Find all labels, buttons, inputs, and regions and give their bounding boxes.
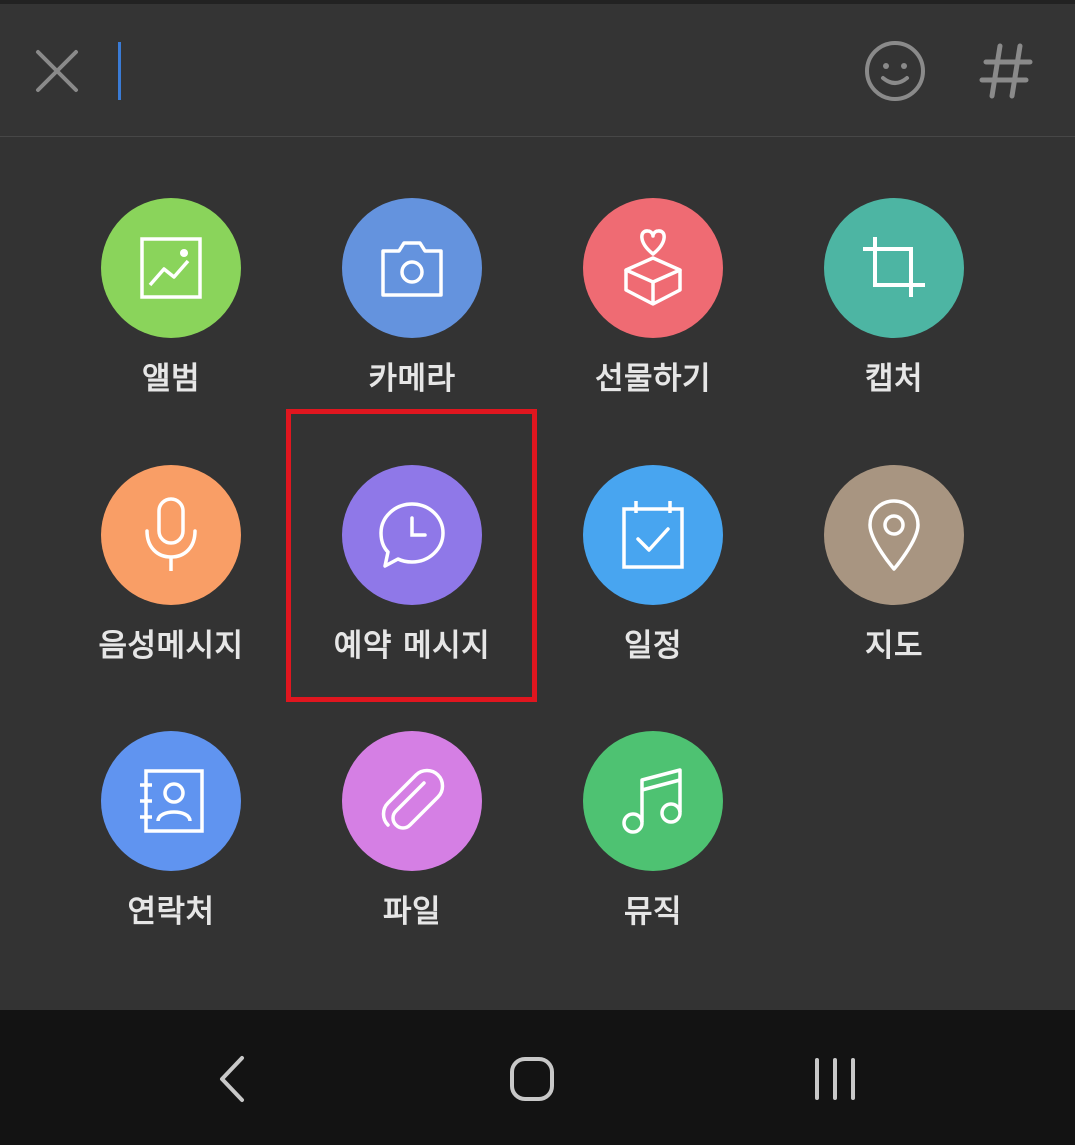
- attach-calendar[interactable]: 일정: [553, 465, 753, 705]
- system-navigation-bar: [0, 1010, 1075, 1145]
- music-icon: [622, 768, 682, 834]
- album-label: 앨범: [141, 361, 201, 397]
- close-button[interactable]: [26, 40, 88, 102]
- recents-icon: [815, 1058, 855, 1100]
- back-button[interactable]: [192, 1046, 272, 1112]
- gift-circle: [583, 198, 723, 338]
- home-icon: [510, 1057, 554, 1101]
- camera-label: 카메라: [368, 361, 456, 397]
- home-button[interactable]: [492, 1046, 572, 1112]
- recents-button[interactable]: [795, 1046, 875, 1112]
- contact-label: 연락처: [127, 894, 215, 930]
- map-label: 지도: [864, 628, 924, 664]
- contact-icon: [140, 769, 204, 833]
- scheduled-message-label: 예약 메시지: [333, 628, 491, 664]
- microphone-icon: [145, 497, 197, 571]
- map-circle: [824, 465, 964, 605]
- attach-camera[interactable]: 카메라: [312, 198, 512, 438]
- paperclip-icon: [381, 768, 445, 830]
- camera-circle: [342, 198, 482, 338]
- file-label: 파일: [382, 894, 442, 930]
- message-input-bar: [0, 4, 1075, 137]
- attach-capture[interactable]: 캡처: [794, 198, 994, 438]
- hashtag-icon: [979, 43, 1033, 99]
- voice-message-label: 음성메시지: [98, 628, 244, 664]
- back-icon: [220, 1056, 244, 1102]
- scheduled-message-circle: [342, 465, 482, 605]
- file-circle: [342, 731, 482, 871]
- calendar-icon: [622, 501, 684, 569]
- gift-icon: [624, 229, 682, 306]
- attach-map[interactable]: 지도: [794, 465, 994, 705]
- calendar-circle: [583, 465, 723, 605]
- emoji-button[interactable]: [862, 38, 928, 104]
- attach-album[interactable]: 앨범: [71, 198, 271, 438]
- attach-music[interactable]: 뮤직: [553, 731, 753, 971]
- scheduled-message-icon: [379, 502, 445, 568]
- capture-circle: [824, 198, 964, 338]
- camera-icon: [381, 241, 443, 297]
- gift-label: 선물하기: [594, 361, 712, 397]
- attach-voice-message[interactable]: 음성메시지: [71, 465, 271, 705]
- calendar-label: 일정: [623, 628, 683, 664]
- hashtag-button[interactable]: [972, 38, 1042, 104]
- voice-message-circle: [101, 465, 241, 605]
- emoji-icon: [865, 41, 925, 101]
- album-icon: [140, 237, 202, 299]
- attach-scheduled-message[interactable]: 예약 메시지: [312, 465, 512, 705]
- attachment-grid: 앨범 카메라 선물하기 캡처 음성메시지 예약 메시지 일정 지도 연락처 파일…: [0, 137, 1075, 1010]
- attach-gift[interactable]: 선물하기: [553, 198, 753, 438]
- message-input[interactable]: [118, 42, 121, 100]
- music-label: 뮤직: [623, 894, 683, 930]
- attach-contact[interactable]: 연락처: [71, 731, 271, 971]
- album-circle: [101, 198, 241, 338]
- music-circle: [583, 731, 723, 871]
- map-pin-icon: [868, 499, 920, 571]
- crop-icon: [863, 237, 925, 297]
- attach-file[interactable]: 파일: [312, 731, 512, 971]
- close-icon: [36, 50, 78, 92]
- contact-circle: [101, 731, 241, 871]
- capture-label: 캡처: [864, 361, 924, 397]
